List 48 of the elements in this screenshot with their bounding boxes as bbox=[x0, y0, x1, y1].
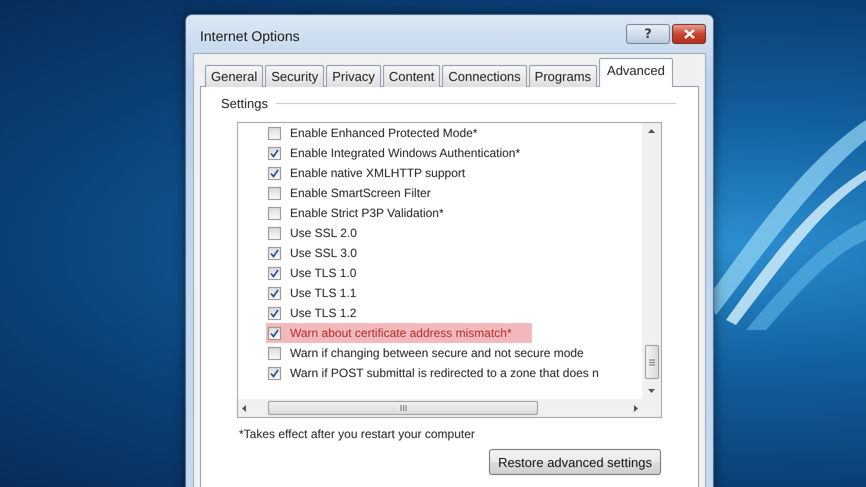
tab[interactable]: Security bbox=[265, 65, 324, 87]
checkbox[interactable] bbox=[268, 346, 281, 360]
checkbox[interactable] bbox=[268, 266, 281, 280]
setting-label: Warn if POST submittal is redirected to a zone that does n bbox=[290, 366, 599, 380]
tab[interactable]: Privacy bbox=[326, 65, 381, 87]
setting-label: Enable Strict P3P Validation* bbox=[290, 206, 444, 220]
scroll-right-icon[interactable] bbox=[634, 404, 638, 412]
checkbox[interactable] bbox=[268, 146, 281, 160]
setting-label: Warn if changing between secure and not secure mode bbox=[290, 346, 584, 360]
setting-label: Enable native XMLHTTP support bbox=[290, 166, 466, 180]
setting-label: Use TLS 1.2 bbox=[290, 306, 356, 320]
checkbox[interactable] bbox=[268, 326, 281, 340]
setting-label: Use SSL 3.0 bbox=[290, 246, 357, 260]
close-icon bbox=[684, 29, 694, 39]
window-title: Internet Options bbox=[200, 27, 301, 44]
setting-label: Warn about certificate address mismatch* bbox=[290, 326, 512, 340]
tab[interactable]: Programs bbox=[528, 65, 598, 87]
vertical-scrollbar[interactable] bbox=[642, 123, 661, 399]
setting-label: Enable Integrated Windows Authentication* bbox=[290, 146, 520, 160]
tab[interactable]: Advanced bbox=[599, 58, 673, 87]
setting-label: Enable Enhanced Protected Mode* bbox=[290, 126, 478, 140]
checkbox[interactable] bbox=[268, 206, 281, 220]
horizontal-scrollbar[interactable] bbox=[238, 399, 642, 417]
close-button[interactable] bbox=[672, 24, 706, 44]
footnote: *Takes effect after you restart your computer bbox=[239, 427, 476, 441]
tab[interactable]: Content bbox=[382, 65, 440, 87]
checkbox[interactable] bbox=[268, 286, 281, 300]
setting-label: Use TLS 1.0 bbox=[290, 266, 356, 280]
scroll-down-icon[interactable] bbox=[648, 389, 655, 393]
setting-label: Use TLS 1.1 bbox=[290, 286, 356, 300]
group-label: Settings bbox=[221, 96, 268, 111]
scroll-thumb[interactable] bbox=[644, 345, 658, 379]
help-button[interactable]: ? bbox=[626, 24, 670, 44]
checkbox[interactable] bbox=[268, 226, 281, 240]
checkbox[interactable] bbox=[268, 126, 281, 140]
tab[interactable]: Connections bbox=[442, 65, 527, 87]
checkbox[interactable] bbox=[268, 186, 281, 200]
setting-label: Use SSL 2.0 bbox=[290, 226, 357, 240]
tab[interactable]: General bbox=[205, 65, 264, 87]
scroll-up-icon[interactable] bbox=[648, 129, 655, 133]
restore-button[interactable]: Restore advanced settings bbox=[489, 449, 661, 475]
scroll-left-icon[interactable] bbox=[242, 404, 246, 412]
checkbox[interactable] bbox=[268, 306, 281, 320]
checkbox[interactable] bbox=[268, 246, 281, 260]
checkbox[interactable] bbox=[268, 366, 281, 380]
checkbox[interactable] bbox=[268, 166, 281, 180]
setting-label: Enable SmartScreen Filter bbox=[290, 186, 431, 200]
scroll-thumb[interactable] bbox=[268, 401, 538, 415]
